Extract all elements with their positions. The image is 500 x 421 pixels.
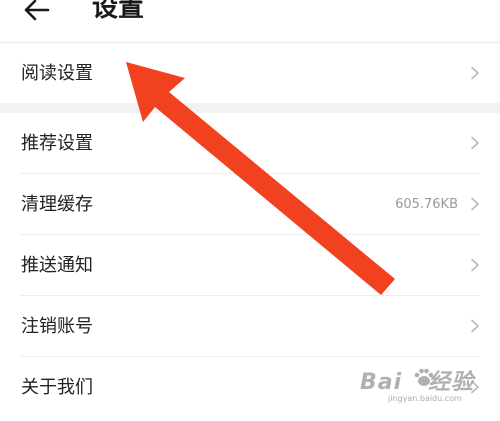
settings-item-label: 清理缓存 [21, 194, 93, 215]
settings-item-label: 推荐设置 [21, 133, 93, 154]
settings-item-push-notification[interactable]: 推送通知 [20, 235, 480, 296]
settings-item-clear-cache[interactable]: 清理缓存 605.76KB [20, 174, 480, 235]
group-separator [0, 103, 500, 113]
settings-item-label: 阅读设置 [21, 63, 93, 84]
settings-item-recommend[interactable]: 推荐设置 [20, 113, 480, 174]
page-title: 设置 [92, 0, 145, 23]
chevron-right-icon [471, 197, 479, 211]
chevron-right-icon [471, 319, 479, 333]
settings-item-label: 关于我们 [21, 377, 93, 398]
watermark-url: jingyan.baidu.com [388, 394, 462, 403]
paw-icon [414, 368, 434, 386]
arrow-left-icon [24, 0, 50, 21]
settings-item-reading[interactable]: 阅读设置 [20, 43, 480, 104]
header-bar: 设置 [0, 0, 500, 42]
chevron-right-icon [471, 66, 479, 80]
cache-size-value: 605.76KB [395, 197, 458, 212]
chevron-right-icon [471, 136, 479, 150]
settings-item-label: 推送通知 [21, 255, 93, 276]
chevron-right-icon [471, 258, 479, 272]
settings-item-delete-account[interactable]: 注销账号 [20, 296, 480, 357]
back-button[interactable] [18, 0, 54, 28]
settings-item-label: 注销账号 [21, 316, 93, 337]
watermark: Bai 经验 jingyan.baidu.com [360, 364, 484, 414]
settings-group-reading: 阅读设置 [0, 42, 500, 104]
